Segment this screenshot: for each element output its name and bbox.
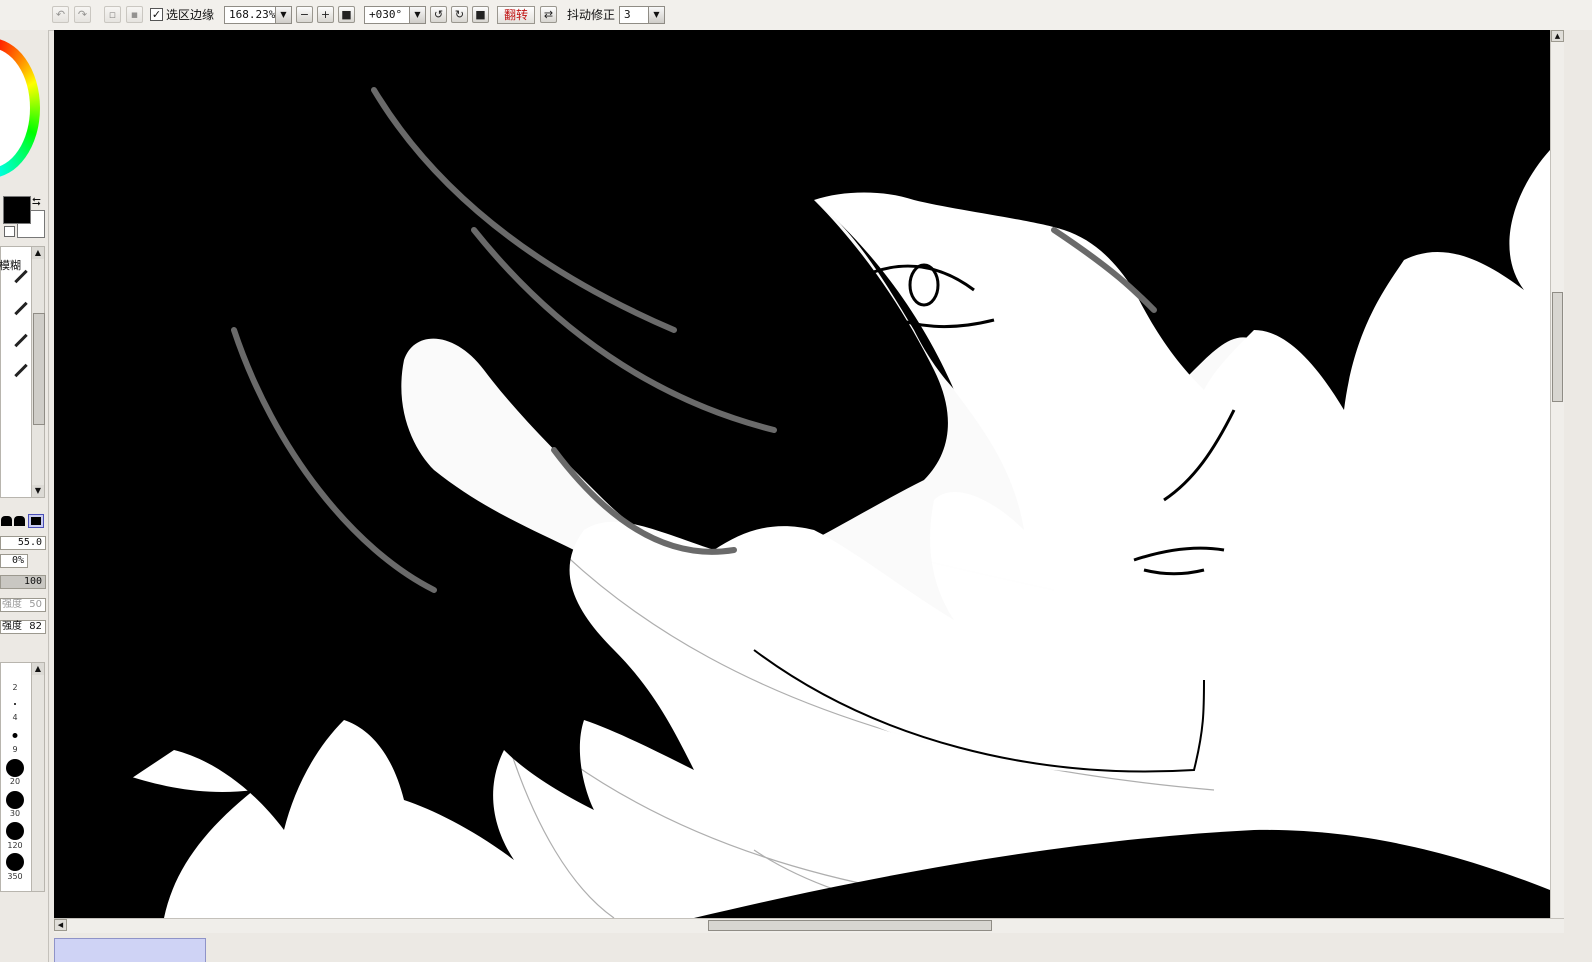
chevron-down-icon[interactable]: ▼ <box>648 7 664 23</box>
rotate-ccw-icon: ↺ <box>433 8 444 21</box>
deselect-button[interactable]: ▫ <box>104 6 121 23</box>
flip-button[interactable]: 翻转 <box>497 6 535 24</box>
brush-size-label[interactable]: 120 <box>7 841 22 850</box>
swap-colors-icon[interactable]: ⮀ <box>32 195 41 209</box>
flip-horizontal-icon: ⇄ <box>543 8 554 21</box>
zoom-reset-icon: ■ <box>341 8 352 21</box>
brush-shape-flat[interactable] <box>14 516 25 526</box>
scroll-up-icon[interactable]: ▲ <box>1551 30 1564 42</box>
strength-b-value: 82 <box>29 621 42 632</box>
strength-b-label: 强度 <box>2 621 22 632</box>
chevron-down-icon[interactable]: ▼ <box>275 7 291 23</box>
canvas-horizontal-scrollbar[interactable]: ◀ <box>54 918 1564 933</box>
min-size-field[interactable]: 0% <box>0 554 28 568</box>
pen-icon[interactable] <box>14 301 28 316</box>
brush-size-dot[interactable] <box>6 822 24 840</box>
rotate-reset-button[interactable]: ■ <box>472 6 489 23</box>
invert-selection-button[interactable]: ▪ <box>126 6 143 23</box>
brush-shape-square[interactable] <box>28 514 44 528</box>
left-tool-panel: ⮀ 模糊 ▲ ▼ 55.0 0% 100 强度 50 强度 82 2 4 9 20 … <box>0 30 49 962</box>
tool-list: 模糊 <box>0 246 32 498</box>
brush-size-label[interactable]: 350 <box>7 872 22 881</box>
zoom-combo[interactable]: 168.23% ▼ <box>224 6 292 24</box>
brush-shape-selector <box>0 514 46 530</box>
undo-button[interactable]: ↶ <box>52 6 69 23</box>
zoom-out-button[interactable]: − <box>296 6 313 23</box>
rotate-ccw-button[interactable]: ↺ <box>430 6 447 23</box>
reset-colors-icon[interactable] <box>4 226 15 237</box>
strength-b-slider[interactable]: 强度 82 <box>0 620 46 634</box>
zoom-in-button[interactable]: + <box>317 6 334 23</box>
brush-size-field[interactable]: 55.0 <box>0 536 46 550</box>
brush-shape-round[interactable] <box>1 516 12 526</box>
rotate-reset-icon: ■ <box>475 8 486 21</box>
rotation-combo[interactable]: +030° ▼ <box>364 6 426 24</box>
rotate-cw-button[interactable]: ↻ <box>451 6 468 23</box>
scroll-up-icon[interactable]: ▲ <box>32 247 44 259</box>
brush-size-label[interactable]: 20 <box>10 777 20 786</box>
scroll-thumb[interactable] <box>33 313 45 425</box>
color-wheel[interactable] <box>0 38 40 178</box>
stabilizer-label: 抖动修正 <box>567 8 616 22</box>
brush-size-dot[interactable] <box>14 703 16 705</box>
scroll-down-icon[interactable]: ▼ <box>32 485 44 497</box>
strength-a-slider[interactable]: 强度 50 <box>0 598 46 612</box>
brush-size-scrollbar[interactable]: ▲ <box>31 662 45 892</box>
chevron-down-icon[interactable]: ▼ <box>409 7 425 23</box>
brush-size-dot[interactable] <box>6 853 24 871</box>
brush-size-label[interactable]: 9 <box>12 745 17 754</box>
stabilizer-combo[interactable]: 3 ▼ <box>619 6 665 24</box>
brush-size-list: 2 4 9 20 30 120 350 <box>0 662 32 892</box>
stabilizer-value: 3 <box>624 8 631 21</box>
tool-item-blur-label[interactable]: 模糊 <box>0 257 21 273</box>
density-slider[interactable]: 100 <box>0 575 46 589</box>
brush-size-dot[interactable] <box>6 759 24 777</box>
zoom-reset-button[interactable]: ■ <box>338 6 355 23</box>
zoom-value: 168.23% <box>229 8 276 21</box>
right-panel-edge <box>1564 30 1592 962</box>
scroll-left-icon[interactable]: ◀ <box>54 919 67 931</box>
brush-size-label[interactable]: 30 <box>10 809 20 818</box>
undo-icon: ↶ <box>55 8 66 21</box>
brush-size-label[interactable]: 4 <box>12 713 17 722</box>
pen-icon[interactable] <box>14 363 28 378</box>
brush-size-dot[interactable] <box>12 733 18 738</box>
zoom-out-icon: − <box>299 8 310 21</box>
scroll-thumb[interactable] <box>708 920 992 931</box>
strength-a-value: 50 <box>29 599 42 610</box>
invert-selection-icon: ▪ <box>130 8 139 21</box>
tool-list-scrollbar[interactable]: ▲ ▼ <box>31 246 45 498</box>
redo-icon: ↷ <box>77 8 88 21</box>
rotation-value: +030° <box>369 8 403 21</box>
selection-edge-label: 选区边缘 <box>166 8 215 22</box>
brush-size-dot[interactable] <box>6 791 24 809</box>
brush-size-label[interactable]: 2 <box>12 683 17 692</box>
top-toolbar: ↶ ↷ ▫ ▪ ✓ 选区边缘 168.23% ▼ − + ■ +030° ▼ ↺… <box>0 0 1592 31</box>
scroll-up-icon[interactable]: ▲ <box>32 663 44 675</box>
canvas-vertical-scrollbar[interactable]: ▲ <box>1550 30 1565 918</box>
flip-icon-button[interactable]: ⇄ <box>540 6 557 23</box>
artwork <box>54 30 1550 918</box>
pen-icon[interactable] <box>14 333 28 348</box>
selection-edge-checkbox[interactable]: ✓ <box>150 8 163 21</box>
scroll-thumb[interactable] <box>1552 292 1563 402</box>
foreground-color-swatch[interactable] <box>3 196 31 224</box>
deselect-icon: ▫ <box>108 8 117 21</box>
drawing-canvas[interactable] <box>54 30 1550 918</box>
document-tab[interactable] <box>54 938 206 962</box>
strength-a-label: 强度 <box>2 599 22 610</box>
zoom-in-icon: + <box>320 8 331 21</box>
redo-button[interactable]: ↷ <box>74 6 91 23</box>
rotate-cw-icon: ↻ <box>454 8 465 21</box>
